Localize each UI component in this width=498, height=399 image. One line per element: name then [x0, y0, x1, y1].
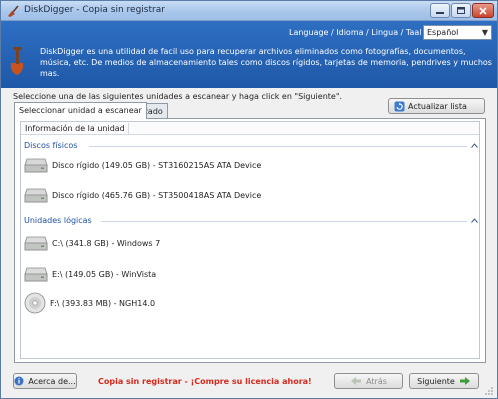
- drive-label: Disco rígido (465.76 GB) - ST3500418AS A…: [52, 190, 262, 200]
- drive-label: F:\ (393.83 MB) - NGH14.0: [50, 298, 156, 308]
- chevron-down-icon: ▼: [481, 28, 488, 37]
- maximize-button[interactable]: [451, 3, 471, 18]
- group-divider: [101, 221, 467, 222]
- instruction-text: Seleccione una de las siguientes unidade…: [13, 92, 343, 101]
- shovel-icon: [8, 5, 19, 17]
- arrow-right-icon: [459, 377, 470, 385]
- column-header-label: Información de la unidad: [25, 124, 125, 133]
- app-description: DiskDigger es una utilidad de facil uso …: [40, 47, 492, 78]
- next-label: Siguiente: [417, 376, 455, 386]
- about-button[interactable]: Acerca de...: [13, 373, 77, 389]
- list-item[interactable]: Disco rígido (149.05 GB) - ST3160215AS A…: [24, 154, 261, 176]
- resize-grip-icon[interactable]: [484, 386, 494, 396]
- minimize-icon: [436, 11, 444, 14]
- refresh-list-button[interactable]: Actualizar lista: [388, 98, 485, 114]
- chevron-up-icon[interactable]: [471, 218, 478, 223]
- list-item[interactable]: C:\ (341.8 GB) - Windows 7: [24, 232, 160, 254]
- maximize-icon: [457, 7, 465, 14]
- list-item[interactable]: E:\ (149.05 GB) - WinVista: [24, 263, 156, 285]
- drive-icon: [24, 267, 48, 282]
- app-window: DiskDigger - Copia sin registrar Languag…: [0, 0, 498, 399]
- drive-label: Disco rígido (149.05 GB) - ST3160215AS A…: [52, 160, 262, 170]
- next-button[interactable]: Siguiente: [409, 373, 479, 389]
- hard-disk-icon: [24, 158, 48, 173]
- close-icon: [479, 6, 487, 15]
- register-promo-link[interactable]: Copia sin registrar - ¡Compre su licenci…: [98, 377, 312, 386]
- about-label: Acerca de...: [28, 376, 76, 386]
- group-physical-disks: Discos físicos: [24, 141, 78, 150]
- tab-panel: Información de la unidad Discos físicos …: [14, 118, 486, 363]
- info-icon: [14, 376, 24, 386]
- back-label: Atrás: [366, 376, 387, 386]
- list-item[interactable]: F:\ (393.83 MB) - NGH14.0: [24, 292, 155, 314]
- close-button[interactable]: [472, 3, 494, 18]
- window-title: DiskDigger - Copia sin registrar: [24, 5, 165, 15]
- minimize-button[interactable]: [430, 3, 450, 18]
- back-button[interactable]: Atrás: [334, 373, 403, 389]
- column-header[interactable]: Información de la unidad: [21, 122, 479, 135]
- header-banner: Language / Idioma / Lingua / Taal / Язык…: [1, 21, 497, 88]
- drive-label: C:\ (341.8 GB) - Windows 7: [52, 238, 161, 248]
- language-select[interactable]: Español ▼: [423, 25, 492, 40]
- title-bar[interactable]: DiskDigger - Copia sin registrar: [1, 1, 497, 21]
- group-divider: [89, 146, 467, 147]
- column-separator: [128, 123, 129, 134]
- drive-label: E:\ (149.05 GB) - WinVista: [52, 269, 157, 279]
- chevron-up-icon[interactable]: [471, 143, 478, 148]
- drive-list[interactable]: Información de la unidad Discos físicos …: [20, 121, 480, 359]
- arrow-left-icon: [351, 377, 362, 385]
- refresh-list-label: Actualizar lista: [408, 101, 467, 111]
- cd-icon: [24, 292, 46, 314]
- tab-select-drive[interactable]: Seleccionar unidad a escanear: [14, 102, 147, 119]
- hard-disk-icon: [24, 188, 48, 203]
- shovel-logo-icon: [10, 47, 24, 75]
- group-logical-drives: Unidades lógicas: [24, 216, 92, 225]
- language-value: Español: [427, 28, 459, 37]
- list-item[interactable]: Disco rígido (465.76 GB) - ST3500418AS A…: [24, 184, 261, 206]
- refresh-icon: [394, 101, 405, 111]
- drive-icon: [24, 236, 48, 251]
